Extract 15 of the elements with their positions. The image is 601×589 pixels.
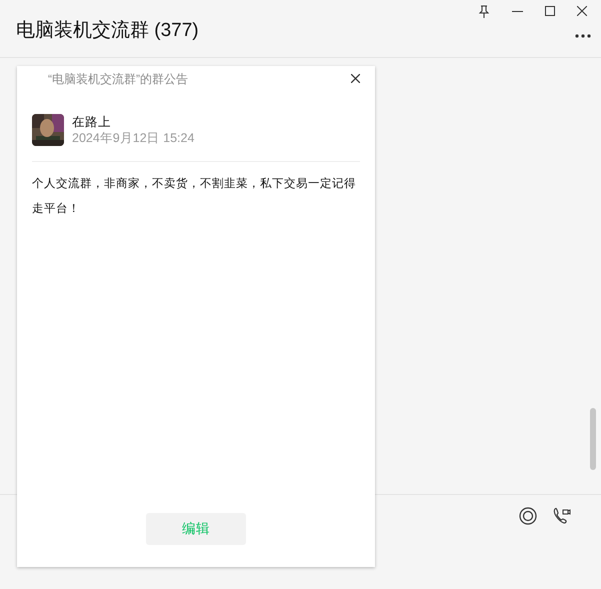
more-icon[interactable] <box>575 34 591 38</box>
minimize-icon[interactable] <box>512 10 523 12</box>
announcement-text: 个人交流群，非商家，不卖货，不割韭菜，私下交易一定记得走平台！ <box>32 176 357 217</box>
author-name: 在路上 <box>72 114 112 130</box>
maximize-icon[interactable] <box>545 6 555 16</box>
video-call-icon[interactable] <box>553 507 571 524</box>
close-icon[interactable] <box>577 6 587 16</box>
scrollbar[interactable] <box>590 408 596 470</box>
window-title: 电脑装机交流群 (377) <box>16 19 199 43</box>
panel-title: “电脑装机交流群”的群公告 <box>48 70 188 88</box>
target-icon[interactable] <box>519 507 537 525</box>
post-time: 2024年9月12日 15:24 <box>72 130 194 146</box>
pin-icon[interactable] <box>478 4 490 18</box>
edit-button[interactable]: 编辑 <box>146 513 246 545</box>
close-icon[interactable] <box>351 74 360 82</box>
